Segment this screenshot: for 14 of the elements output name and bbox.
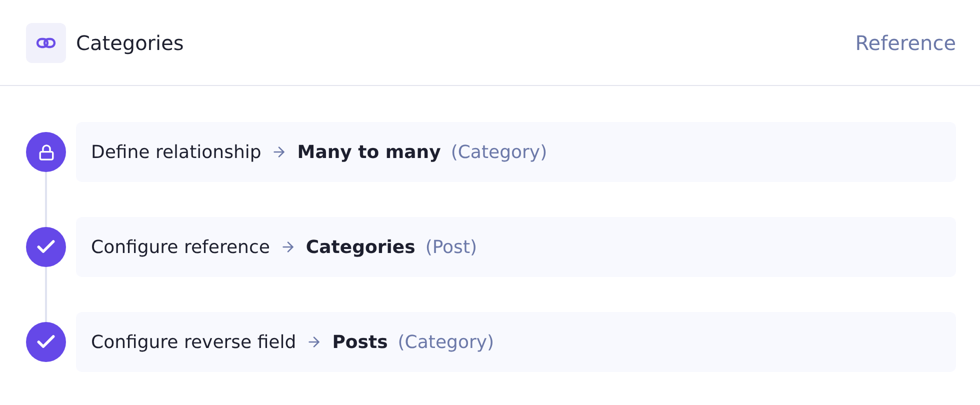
field-title: Categories bbox=[76, 30, 185, 54]
step-note: (Category) bbox=[450, 142, 548, 162]
step-note: (Category) bbox=[398, 332, 494, 352]
step-value: Categories bbox=[306, 236, 416, 258]
step-label: Configure reverse field bbox=[91, 332, 296, 352]
link-icon bbox=[36, 36, 56, 50]
step-label: Configure reference bbox=[91, 236, 270, 258]
field-type-label: Reference bbox=[855, 30, 956, 54]
step-value: Many to many bbox=[297, 142, 441, 162]
step-label: Define relationship bbox=[91, 142, 262, 162]
arrow-icon bbox=[280, 239, 296, 255]
step-note: (Post) bbox=[425, 236, 478, 258]
lock-icon bbox=[38, 144, 54, 160]
step-value: Posts bbox=[332, 332, 388, 352]
